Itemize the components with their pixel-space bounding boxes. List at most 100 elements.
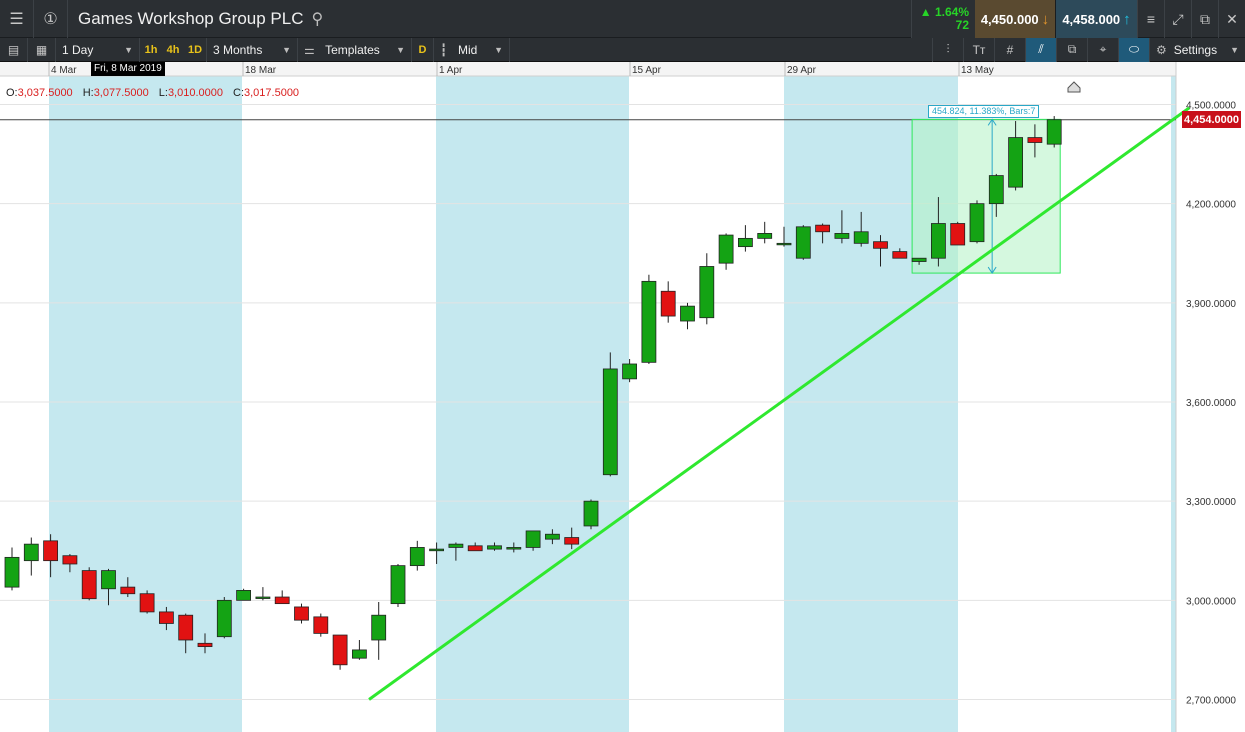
candle-body xyxy=(1027,137,1043,143)
grid-select-icon[interactable]: ▦ xyxy=(28,37,56,62)
date-tick-label: 29 Apr xyxy=(787,65,817,76)
change-points: 72 xyxy=(955,18,969,32)
candle-body xyxy=(448,543,464,548)
templates-icon: ⚌ xyxy=(304,42,315,57)
candle-body xyxy=(641,280,657,363)
candle-body xyxy=(81,570,97,600)
candle-body xyxy=(120,586,136,595)
buy-price: 4,458.000 xyxy=(1062,11,1121,27)
candle-body xyxy=(699,266,715,319)
interval-dropdown[interactable]: 1 Day ▼ xyxy=(56,37,140,62)
low-readout: L:3,010.0000 xyxy=(158,87,223,99)
expand-icon[interactable]: ⤢ xyxy=(1164,0,1191,38)
candle-body xyxy=(236,590,252,601)
candle-body xyxy=(738,237,753,248)
toolbar-right: ⫶ Tт # ⫽ ⧉ ⌖ ⬭ ⚙ Settings ▼ xyxy=(932,37,1245,62)
popout-icon[interactable]: ⧉ xyxy=(1191,0,1218,38)
drawing-tools-icon[interactable]: ⫽ xyxy=(1025,37,1056,62)
instrument-title: Games Workshop Group PLC xyxy=(78,8,304,28)
chevron-down-icon: ▼ xyxy=(396,44,405,55)
date-tick-label: 4 Mar xyxy=(51,65,77,76)
candle-body xyxy=(506,547,522,550)
candle-body xyxy=(390,565,406,605)
candle-body xyxy=(158,611,174,624)
candle-body xyxy=(757,233,773,239)
candle-body xyxy=(467,545,483,552)
timeframe-1h-button[interactable]: 1h xyxy=(140,44,162,56)
candle-body xyxy=(660,290,676,317)
candle-body xyxy=(216,599,232,638)
range-dropdown[interactable]: 3 Months ▼ xyxy=(206,37,298,62)
search-icon[interactable]: ⚲ xyxy=(312,9,324,29)
candle-body xyxy=(834,233,850,239)
current-price-tag: 4,454.0000 xyxy=(1182,111,1241,128)
candle-body xyxy=(583,500,599,527)
close-icon[interactable]: ✕ xyxy=(1218,0,1245,38)
arrow-up-icon: ↑ xyxy=(1123,10,1131,28)
candle-body xyxy=(564,537,580,545)
timeframe-4h-button[interactable]: 4h xyxy=(162,44,184,56)
candle-body xyxy=(969,203,985,243)
candle-body xyxy=(313,616,329,634)
price-tick-label: 2,700.0000 xyxy=(1186,696,1236,707)
tag-icon[interactable]: ⬭ xyxy=(1118,37,1149,62)
indicators-icon[interactable]: ⫶ xyxy=(932,37,963,62)
text-size-icon[interactable]: Tт xyxy=(963,37,994,62)
price-type-value: Mid xyxy=(457,42,478,57)
chevron-down-icon: ▼ xyxy=(1230,44,1239,55)
candle-body xyxy=(892,251,908,259)
chart-toolbar: ▤ ▦ 1 Day ▼ 1h 4h 1D 3 Months ▼ ⚌ Templa… xyxy=(0,37,1245,62)
layers-icon[interactable]: ⧉ xyxy=(1056,37,1087,62)
candle-body xyxy=(950,223,966,246)
candle-body xyxy=(101,570,116,590)
sell-button[interactable]: 4,450.000 ↓ xyxy=(975,0,1055,38)
date-tick-label: 1 Apr xyxy=(439,65,463,76)
chevron-down-icon: ▼ xyxy=(282,44,291,55)
timeframe-1d-button[interactable]: 1D xyxy=(184,44,206,56)
settings-label: Settings xyxy=(1173,42,1218,57)
buy-button[interactable]: 4,458.000 ↑ xyxy=(1055,0,1137,38)
arrow-down-icon: ↓ xyxy=(1041,10,1050,28)
range-value: 3 Months xyxy=(213,42,263,57)
close-readout: C:3,017.5000 xyxy=(233,87,300,99)
ohlc-readout: O:3,037.5000 H:3,077.5000 L:3,010.0000 C… xyxy=(6,87,299,99)
candle-body xyxy=(43,540,58,562)
d-label: D xyxy=(418,43,427,56)
price-tick-label: 4,500.0000 xyxy=(1186,101,1236,112)
candle-body xyxy=(525,530,541,548)
gear-icon: ⚙ xyxy=(1156,42,1167,57)
settings-dropdown[interactable]: ⚙ Settings ▼ xyxy=(1149,37,1245,62)
period-band xyxy=(49,62,242,732)
grid-icon[interactable]: # xyxy=(994,37,1025,62)
price-tick-label: 4,200.0000 xyxy=(1186,200,1236,211)
date-tooltip: Fri, 8 Mar 2019 xyxy=(91,62,165,76)
price-tick-label: 3,000.0000 xyxy=(1186,596,1236,607)
candle-body xyxy=(718,234,734,264)
candle-body xyxy=(409,547,425,567)
price-type-dropdown[interactable]: ┇ Mid ▼ xyxy=(434,37,510,62)
d-button[interactable]: D xyxy=(412,37,434,62)
layout-icon[interactable]: ▤ xyxy=(0,37,28,62)
templates-dropdown[interactable]: ⚌ Templates ▼ xyxy=(298,37,412,62)
candle-body xyxy=(371,614,387,641)
candle-body xyxy=(274,596,290,605)
price-tick-label: 3,600.0000 xyxy=(1186,398,1236,409)
chart-canvas[interactable]: 4 Mar 18 Mar 1 Apr 15 Apr 29 Apr 13 May 4,500.… xyxy=(0,62,1245,732)
candle-body xyxy=(139,593,155,613)
candle-body xyxy=(988,175,1004,205)
price-chart[interactable]: 4 Mar 18 Mar 1 Apr 15 Apr 29 Apr 13 May 4,500.… xyxy=(0,62,1245,732)
info-circle-icon[interactable]: ① xyxy=(34,0,68,38)
high-readout: H:3,077.5000 xyxy=(82,87,149,99)
trading-chart-window: ☰ ① Games Workshop Group PLC ⚲ ▲ 1.64% 7… xyxy=(0,0,1245,732)
quote-panel: ▲ 1.64% 72 4,450.000 ↓ 4,458.000 ↑ ≡ ⤢ ⧉… xyxy=(911,0,1245,38)
chevron-down-icon: ▼ xyxy=(494,44,503,55)
scroll-icon[interactable]: ≡ xyxy=(1137,0,1164,38)
candles-icon: ┇ xyxy=(440,42,448,57)
price-change: ▲ 1.64% 72 xyxy=(911,0,975,38)
candle-body xyxy=(776,242,792,246)
candle-body xyxy=(255,596,271,599)
crosshair-icon[interactable]: ⌖ xyxy=(1087,37,1118,62)
hamburger-icon[interactable]: ☰ xyxy=(0,0,34,38)
date-tick-label: 18 Mar xyxy=(245,65,277,76)
candle-body xyxy=(931,223,946,259)
